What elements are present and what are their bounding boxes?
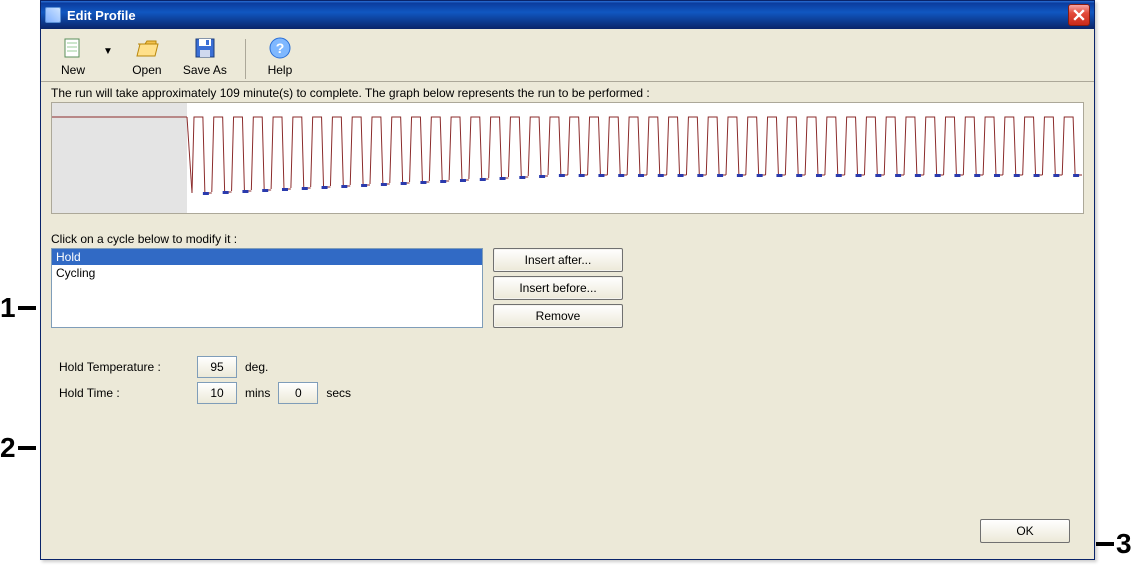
close-button[interactable] (1068, 4, 1090, 26)
window-title: Edit Profile (67, 8, 1068, 23)
save-icon (192, 35, 218, 61)
hold-parameters: Hold Temperature : 95 deg. Hold Time : 1… (51, 346, 411, 416)
content-area: The run will take approximately 109 minu… (41, 82, 1094, 424)
remove-button[interactable]: Remove (493, 304, 623, 328)
edit-profile-window: Edit Profile New ▼ Open Save As (40, 0, 1095, 560)
annotation-dash (18, 306, 36, 310)
profile-graph[interactable] (51, 102, 1084, 214)
ok-button[interactable]: OK (980, 519, 1070, 543)
annotation-dash (1096, 542, 1114, 546)
hold-secs-unit: secs (326, 386, 351, 400)
hold-temp-input[interactable]: 95 (197, 356, 237, 378)
svg-text:?: ? (276, 40, 285, 56)
toolbar: New ▼ Open Save As ? Help (41, 29, 1094, 82)
hold-temp-label: Hold Temperature : (59, 360, 189, 374)
insert-after-button[interactable]: Insert after... (493, 248, 623, 272)
help-icon: ? (267, 35, 293, 61)
save-as-label: Save As (183, 63, 227, 77)
new-label: New (61, 63, 85, 77)
annotation-2: 2 (0, 432, 16, 464)
hold-mins-input[interactable]: 10 (197, 382, 237, 404)
save-as-button[interactable]: Save As (175, 33, 235, 79)
new-icon (60, 35, 86, 61)
run-info-text: The run will take approximately 109 minu… (51, 86, 1084, 100)
open-button[interactable]: Open (123, 33, 171, 79)
insert-before-button[interactable]: Insert before... (493, 276, 623, 300)
hold-secs-input[interactable]: 0 (278, 382, 318, 404)
annotation-3: 3 (1116, 528, 1132, 560)
new-button[interactable]: New (49, 33, 97, 79)
cycle-listbox[interactable]: Hold Cycling (51, 248, 483, 328)
hold-time-label: Hold Time : (59, 386, 189, 400)
open-icon (134, 35, 160, 61)
open-label: Open (132, 63, 161, 77)
toolbar-separator (245, 39, 246, 79)
hold-mins-unit: mins (245, 386, 270, 400)
annotation-dash (18, 446, 36, 450)
app-icon (45, 7, 61, 23)
new-dropdown-arrow[interactable]: ▼ (103, 46, 113, 57)
hold-temp-unit: deg. (245, 360, 268, 374)
help-button[interactable]: ? Help (256, 33, 304, 79)
list-item-cycling[interactable]: Cycling (52, 265, 482, 281)
graph-svg (52, 103, 1084, 214)
close-icon (1073, 9, 1085, 21)
titlebar[interactable]: Edit Profile (41, 1, 1094, 29)
help-label: Help (268, 63, 293, 77)
annotation-1: 1 (0, 292, 16, 324)
click-cycle-label: Click on a cycle below to modify it : (51, 232, 1084, 246)
list-item-hold[interactable]: Hold (52, 249, 482, 265)
